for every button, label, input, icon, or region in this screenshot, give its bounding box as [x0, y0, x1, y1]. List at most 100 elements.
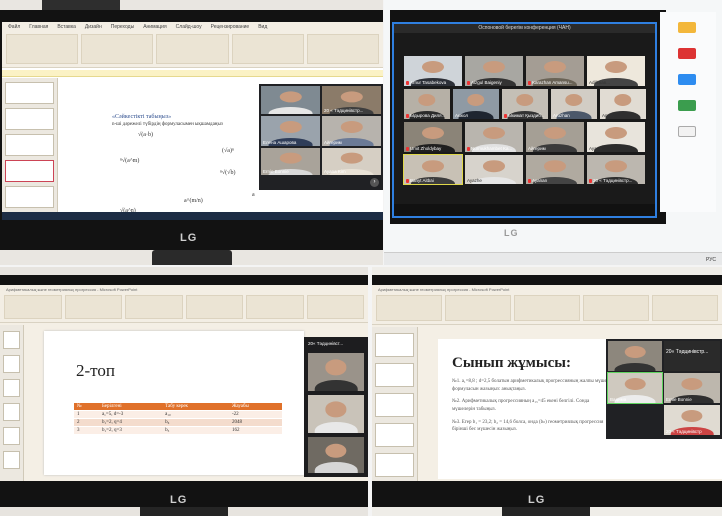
table-cell: a₁=5, d=-3 — [98, 410, 163, 419]
participant-tile[interactable]: Adilkhan... — [587, 56, 645, 86]
ribbon-group[interactable] — [81, 34, 154, 64]
app-icon[interactable] — [678, 48, 696, 59]
ribbon-tab[interactable]: Дизайн — [85, 24, 102, 30]
slide-thumbnail[interactable] — [3, 451, 20, 469]
zoom-window[interactable]: Оспоновой берегім конференция (ЧАН) Arnu… — [392, 22, 657, 218]
participant-tile[interactable]: Ayazhe — [465, 155, 523, 184]
slide-thumbnail[interactable] — [375, 453, 414, 477]
meeting-controls-bar[interactable] — [394, 204, 655, 216]
ribbon-group[interactable] — [156, 34, 229, 64]
slide-thumbnail[interactable] — [3, 355, 20, 373]
participant-tile-active-speaker[interactable]: Вадима — [607, 372, 663, 404]
ribbon-group[interactable] — [583, 295, 649, 321]
ribbon-group[interactable] — [514, 295, 580, 321]
ribbon-tab[interactable]: Слайд-шоу — [176, 24, 202, 30]
participant-tile[interactable] — [308, 395, 364, 433]
meeting-overlay[interactable]: 20« Тәдцинівст... — [304, 337, 368, 477]
ribbon-group[interactable] — [652, 295, 718, 321]
document-icon[interactable] — [678, 126, 696, 137]
ribbon-tab[interactable]: Файл — [8, 24, 20, 30]
math-expression: a^(m/n) — [184, 198, 203, 204]
folder-icon[interactable] — [678, 22, 696, 33]
ribbon-tab[interactable]: Переходы — [111, 24, 134, 30]
app-icon[interactable] — [678, 100, 696, 111]
slide-thumbnail[interactable] — [375, 423, 414, 447]
participant-tile[interactable]: Акжол — [453, 89, 499, 119]
slide-thumbnail[interactable] — [5, 82, 54, 104]
participant-tile[interactable]: 20 « Тәдцинівстр — [664, 405, 720, 435]
ribbon-group[interactable] — [125, 295, 183, 319]
ribbon-group[interactable] — [185, 295, 243, 319]
participant-tile[interactable]: Ыдырова Диля... — [404, 89, 450, 119]
participant-tile[interactable]: 20 « Тәдцинівстр... — [322, 86, 381, 114]
participant-name: Aizgul Baigeniy — [471, 80, 502, 85]
ribbon-group[interactable] — [306, 295, 364, 319]
ribbon-group[interactable] — [6, 34, 79, 64]
participant-tile[interactable]: 20« Тәдцинівстр... — [664, 341, 720, 371]
next-page-button[interactable]: › — [370, 178, 379, 187]
table-cell: 162 — [229, 426, 282, 434]
slide-thumbnail[interactable] — [5, 186, 54, 208]
participant-tile[interactable]: Ыкимат Қыздиб... — [502, 89, 548, 119]
slide-thumbnail[interactable] — [3, 331, 20, 349]
participant-tile[interactable]: Aruzhan — [551, 89, 597, 119]
ribbon-toolbar — [6, 34, 380, 64]
slide-thumbnail[interactable] — [5, 134, 54, 156]
slide-thumbnail[interactable] — [5, 108, 54, 130]
slide-thumbnail[interactable] — [3, 403, 20, 421]
webcam — [42, 0, 120, 10]
slide-thumbnail[interactable] — [3, 379, 20, 397]
participant-tile[interactable]: Айгерим — [322, 116, 381, 146]
participant-tile[interactable]: 20 « Тәдцинівстр... — [587, 155, 645, 184]
ribbon-group[interactable] — [445, 295, 511, 321]
participant-tile[interactable]: Ayana — [587, 122, 645, 152]
participant-tile[interactable]: Nurmukhambet Ka... — [465, 122, 523, 152]
participant-tile[interactable] — [308, 353, 364, 391]
participant-tile[interactable] — [261, 86, 320, 114]
system-tray[interactable]: РУС — [706, 257, 716, 263]
participant-tile[interactable]: Ernie Bonnie — [664, 373, 720, 403]
slide-thumbnail[interactable] — [375, 393, 414, 417]
slide-canvas[interactable]: 2-топ № Берілгені Табу керек Жауабы 1 a₁… — [44, 331, 304, 475]
ribbon-group[interactable] — [376, 295, 442, 321]
gallery-grid: Arnur Tasabekova Aizgul Baigeniy Karazha… — [403, 56, 646, 185]
muted-mic-icon — [528, 80, 531, 85]
ribbon-group[interactable] — [4, 295, 62, 319]
participant-tile-active-speaker[interactable]: Banyt Aitbai — [403, 154, 463, 185]
participant-tile[interactable]: Arnur Tasabekova — [404, 56, 462, 86]
slide-text-line: №1. a₁=8,8 ; d=2,5 болатын арифметикалық… — [452, 379, 618, 384]
slide-thumbnail[interactable] — [375, 333, 414, 357]
participant-tile[interactable]: Aizgul Baigeniy — [465, 56, 523, 86]
participant-tile[interactable] — [608, 341, 662, 371]
meeting-overlay[interactable]: 20« Тәдцинівстр... Вадима Ernie Bonnie 2… — [606, 339, 722, 439]
ribbon-tab[interactable]: Вид — [258, 24, 267, 30]
ribbon-group[interactable] — [231, 34, 304, 64]
monitor-brand-logo: LG — [180, 232, 198, 244]
meeting-overlay[interactable]: 20 « Тәдцинівстр... Елена Ашарова Айгери… — [259, 84, 383, 190]
window-title: Оспоновой берегім конференция (ЧАН) — [394, 24, 655, 33]
slide-thumbnail[interactable] — [375, 363, 414, 387]
ribbon-tab[interactable]: Рецензирование — [211, 24, 250, 30]
participant-tile[interactable]: Karazhan Amansu... — [526, 56, 584, 86]
slide-thumbnail-selected[interactable] — [5, 160, 54, 182]
ribbon-group[interactable] — [64, 295, 122, 319]
participant-tile[interactable]: Umit Zholdybay — [404, 122, 462, 152]
ribbon-group[interactable] — [246, 295, 304, 319]
window-title: Арифметикалық және геометриялық прогресс… — [6, 287, 138, 292]
participant-tile[interactable]: Ernie Bonnie — [261, 148, 320, 175]
participant-tile[interactable] — [308, 437, 364, 473]
participant-tile[interactable]: Ayanan — [526, 155, 584, 184]
participant-tile[interactable]: Ayana Kim — [322, 148, 381, 175]
participant-tile[interactable]: Айгерим — [526, 122, 584, 152]
ribbon-tab[interactable]: Главная — [29, 24, 48, 30]
participant-name: Arnur Tasabekova — [410, 80, 447, 85]
ribbon-group[interactable] — [306, 34, 380, 64]
slide-thumbnail[interactable] — [3, 427, 20, 445]
ribbon-tab[interactable]: Анимация — [143, 24, 166, 30]
ribbon-tab[interactable]: Вставка — [57, 24, 76, 30]
participant-tile[interactable]: Aminy — [600, 89, 646, 119]
slide-canvas[interactable]: «Сәйкестікті табыңыз» n-ші дәрежелі түбі… — [74, 80, 256, 218]
app-icon[interactable] — [678, 74, 696, 85]
participant-tile[interactable]: Елена Ашарова — [261, 116, 320, 146]
muted-mic-icon — [467, 80, 470, 85]
